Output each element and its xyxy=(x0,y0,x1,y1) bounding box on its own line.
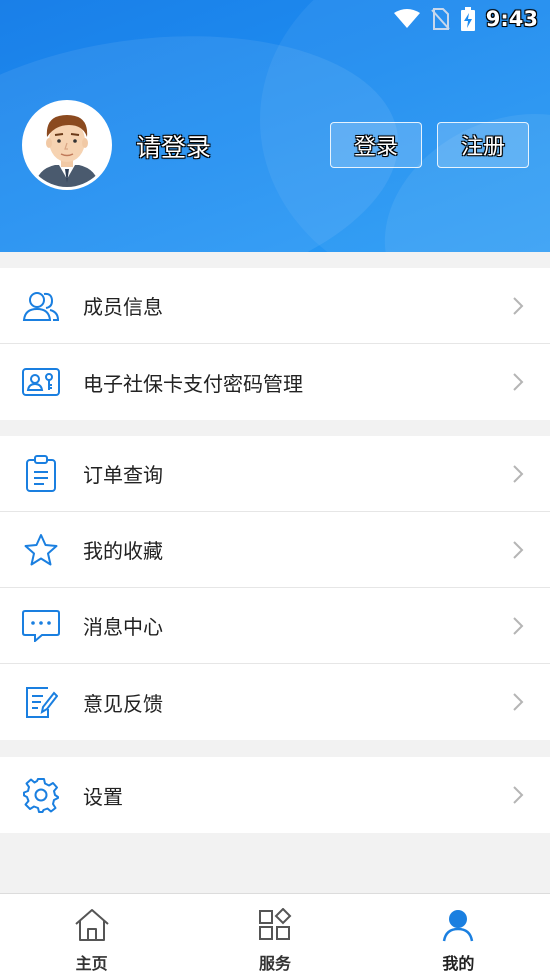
nav-home[interactable]: 主页 xyxy=(0,894,183,979)
register-button[interactable]: 注册 xyxy=(437,122,529,168)
menu-item-label: 设置 xyxy=(83,784,123,809)
menu-item-feedback[interactable]: 意见反馈 xyxy=(0,664,550,740)
chevron-right-icon xyxy=(512,692,524,716)
clipboard-icon xyxy=(21,454,61,494)
menu-item-label: 成员信息 xyxy=(83,295,163,319)
nav-services[interactable]: 服务 xyxy=(183,894,366,979)
members-icon xyxy=(21,286,61,326)
status-time: 9:43 xyxy=(485,7,538,31)
avatar-face-icon xyxy=(25,103,109,187)
chevron-right-icon xyxy=(512,785,524,809)
menu-item-label: 订单查询 xyxy=(83,463,163,487)
wifi-icon xyxy=(393,9,420,29)
menu-item-social-card-password[interactable]: 电子社保卡支付密码管理 xyxy=(0,344,550,420)
menu-item-order-query[interactable]: 订单查询 xyxy=(0,436,550,512)
gear-icon xyxy=(21,775,61,815)
message-icon xyxy=(21,606,61,646)
menu-item-settings[interactable]: 设置 xyxy=(0,757,550,833)
menu-group-account: 成员信息 电子社保卡支付密码管理 xyxy=(0,268,550,420)
user-icon xyxy=(441,908,475,946)
services-icon xyxy=(258,907,292,946)
nav-label: 服务 xyxy=(258,954,291,973)
menu-item-favorites[interactable]: 我的收藏 xyxy=(0,512,550,588)
menu-item-label: 意见反馈 xyxy=(83,691,163,716)
chevron-right-icon xyxy=(512,464,524,488)
menu-group-services: 订单查询 我的收藏 消息中心 意见反馈 xyxy=(0,436,550,740)
profile-header: 9:43 请登录 登录 注册 xyxy=(0,0,550,252)
bottom-navigation: 主页 服务 我的 xyxy=(0,893,550,979)
menu-group-settings: 设置 xyxy=(0,757,550,833)
menu-item-label: 我的收藏 xyxy=(83,539,163,563)
nav-label: 主页 xyxy=(75,954,108,973)
home-icon xyxy=(74,908,110,946)
menu-item-message-center[interactable]: 消息中心 xyxy=(0,588,550,664)
no-sim-icon xyxy=(430,8,450,30)
feedback-icon xyxy=(21,682,61,722)
avatar[interactable] xyxy=(22,100,112,190)
nav-mine[interactable]: 我的 xyxy=(367,894,550,979)
star-icon xyxy=(21,530,61,570)
nav-label: 我的 xyxy=(442,954,475,973)
chevron-right-icon xyxy=(512,616,524,640)
chevron-right-icon xyxy=(512,540,524,564)
chevron-right-icon xyxy=(512,372,524,396)
status-bar: 9:43 xyxy=(0,0,550,38)
battery-charging-icon xyxy=(460,7,476,31)
chevron-right-icon xyxy=(512,296,524,320)
menu-item-label: 消息中心 xyxy=(83,615,163,639)
menu-item-label: 电子社保卡支付密码管理 xyxy=(83,371,303,396)
menu-item-members[interactable]: 成员信息 xyxy=(0,268,550,344)
social-card-icon xyxy=(21,362,61,402)
login-prompt[interactable]: 请登录 xyxy=(136,128,211,164)
login-button[interactable]: 登录 xyxy=(330,122,422,168)
